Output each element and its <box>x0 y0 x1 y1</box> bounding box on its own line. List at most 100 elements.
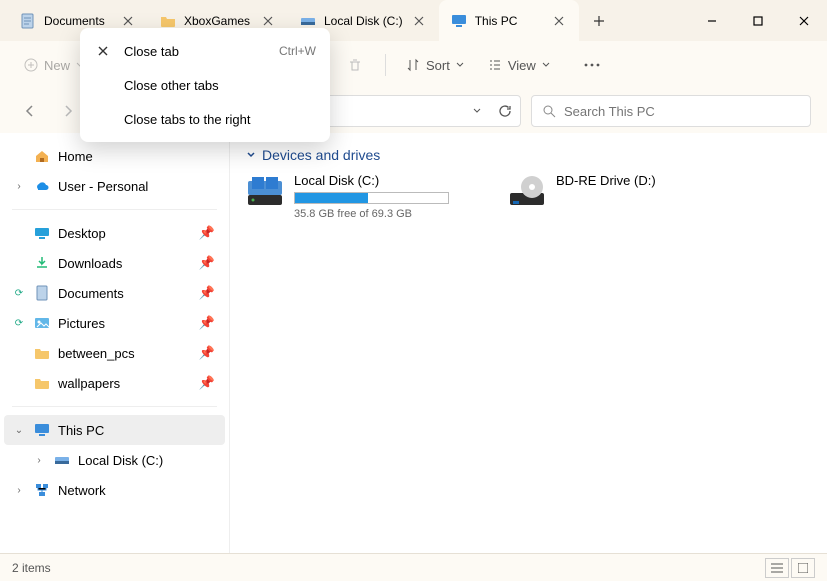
usage-bar <box>294 192 449 204</box>
details-view-button[interactable] <box>765 558 789 578</box>
nav-between-pcs[interactable]: between_pcs 📌 <box>4 338 225 368</box>
close-icon[interactable] <box>260 13 276 29</box>
search-input[interactable] <box>564 104 800 119</box>
maximize-button[interactable] <box>735 0 781 41</box>
nav-label: User - Personal <box>58 179 148 194</box>
chevron-down-icon <box>246 150 256 160</box>
ctx-close-other[interactable]: Close other tabs <box>80 68 330 102</box>
status-bar: 2 items <box>0 553 827 581</box>
chevron-down-icon <box>456 61 464 69</box>
close-window-button[interactable] <box>781 0 827 41</box>
optical-drive-icon <box>508 173 546 211</box>
nav-label: Downloads <box>58 256 122 271</box>
folder-icon <box>34 345 50 361</box>
pin-icon[interactable]: 📌 <box>199 255 215 271</box>
nav-desktop[interactable]: Desktop 📌 <box>4 218 225 248</box>
close-icon[interactable] <box>120 13 136 29</box>
divider <box>385 54 386 76</box>
tab-label: Documents <box>44 14 112 28</box>
chevron-right-icon[interactable]: › <box>12 485 26 496</box>
status-count: 2 items <box>12 561 51 575</box>
new-tab-button[interactable] <box>579 0 619 41</box>
nav-thispc[interactable]: ⌄ This PC <box>4 415 225 445</box>
pictures-icon <box>34 315 50 331</box>
close-icon[interactable] <box>411 13 427 29</box>
nav-localdisk[interactable]: › Local Disk (C:) <box>4 445 225 475</box>
chevron-down-icon[interactable]: ⌄ <box>12 425 26 436</box>
tab-thispc[interactable]: This PC <box>439 0 579 41</box>
tab-label: Local Disk (C:) <box>324 14 403 28</box>
chevron-right-icon[interactable]: › <box>32 455 46 466</box>
thumbnails-view-button[interactable] <box>791 558 815 578</box>
content-pane[interactable]: Devices and drives Local Disk (C:) 35.8 … <box>230 133 827 553</box>
view-label: View <box>508 58 536 73</box>
delete-button[interactable] <box>337 49 373 81</box>
divider <box>12 209 217 210</box>
nav-pane[interactable]: Home › User - Personal Desktop 📌 Downloa… <box>0 133 230 553</box>
nav-user[interactable]: › User - Personal <box>4 171 225 201</box>
new-label: New <box>44 58 70 73</box>
ctx-label: Close tabs to the right <box>124 112 250 127</box>
ctx-close-tab[interactable]: Close tab Ctrl+W <box>80 34 330 68</box>
view-button[interactable]: View <box>480 52 558 79</box>
drive-label: BD-RE Drive (D:) <box>556 173 748 188</box>
window-controls <box>689 0 827 41</box>
nav-label: Desktop <box>58 226 106 241</box>
nav-downloads[interactable]: Downloads 📌 <box>4 248 225 278</box>
drive-bdre[interactable]: BD-RE Drive (D:) <box>508 173 748 220</box>
disk-icon <box>54 452 70 468</box>
sort-label: Sort <box>426 58 450 73</box>
pin-icon[interactable]: 📌 <box>199 345 215 361</box>
home-icon <box>34 148 50 164</box>
nav-wallpapers[interactable]: wallpapers 📌 <box>4 368 225 398</box>
pc-icon <box>34 422 50 438</box>
pin-icon[interactable]: 📌 <box>199 315 215 331</box>
nav-label: between_pcs <box>58 346 135 361</box>
nav-documents[interactable]: ⟳ Documents 📌 <box>4 278 225 308</box>
nav-label: Home <box>58 149 93 164</box>
chevron-down-icon <box>542 61 550 69</box>
search-bar[interactable] <box>531 95 811 127</box>
sort-icon <box>406 58 420 72</box>
divider <box>12 406 217 407</box>
nav-pictures[interactable]: ⟳ Pictures 📌 <box>4 308 225 338</box>
disk-icon <box>246 173 284 211</box>
pin-icon[interactable]: 📌 <box>199 285 215 301</box>
nav-label: Documents <box>58 286 124 301</box>
view-icon <box>488 58 502 72</box>
tab-label: This PC <box>475 14 543 28</box>
back-button[interactable] <box>16 97 44 125</box>
refresh-button[interactable] <box>498 104 512 118</box>
nav-label: This PC <box>58 423 104 438</box>
network-icon <box>34 482 50 498</box>
search-icon <box>542 104 556 118</box>
tab-context-menu: Close tab Ctrl+W Close other tabs Close … <box>80 28 330 142</box>
folder-icon <box>160 13 176 29</box>
forward-button[interactable] <box>54 97 82 125</box>
ctx-close-right[interactable]: Close tabs to the right <box>80 102 330 136</box>
drives-list: Local Disk (C:) 35.8 GB free of 69.3 GB … <box>246 173 811 220</box>
group-header[interactable]: Devices and drives <box>246 147 811 163</box>
nav-network[interactable]: › Network <box>4 475 225 505</box>
drive-localdisk[interactable]: Local Disk (C:) 35.8 GB free of 69.3 GB <box>246 173 486 220</box>
chevron-down-icon[interactable] <box>472 106 482 116</box>
pin-icon[interactable]: 📌 <box>199 225 215 241</box>
doc-icon <box>34 285 50 301</box>
drive-label: Local Disk (C:) <box>294 173 486 188</box>
doc-icon <box>20 13 36 29</box>
pin-icon[interactable]: 📌 <box>199 375 215 391</box>
ctx-label: Close tab <box>124 44 179 59</box>
tab-label: XboxGames <box>184 14 252 28</box>
sync-icon: ⟳ <box>12 318 26 329</box>
chevron-right-icon[interactable]: › <box>12 181 26 192</box>
nav-label: wallpapers <box>58 376 120 391</box>
nav-label: Network <box>58 483 106 498</box>
minimize-button[interactable] <box>689 0 735 41</box>
folder-icon <box>34 375 50 391</box>
close-icon[interactable] <box>551 13 567 29</box>
more-button[interactable] <box>574 49 610 81</box>
sort-button[interactable]: Sort <box>398 52 472 79</box>
body: Home › User - Personal Desktop 📌 Downloa… <box>0 133 827 553</box>
onedrive-icon <box>34 178 50 194</box>
nav-home[interactable]: Home <box>4 141 225 171</box>
